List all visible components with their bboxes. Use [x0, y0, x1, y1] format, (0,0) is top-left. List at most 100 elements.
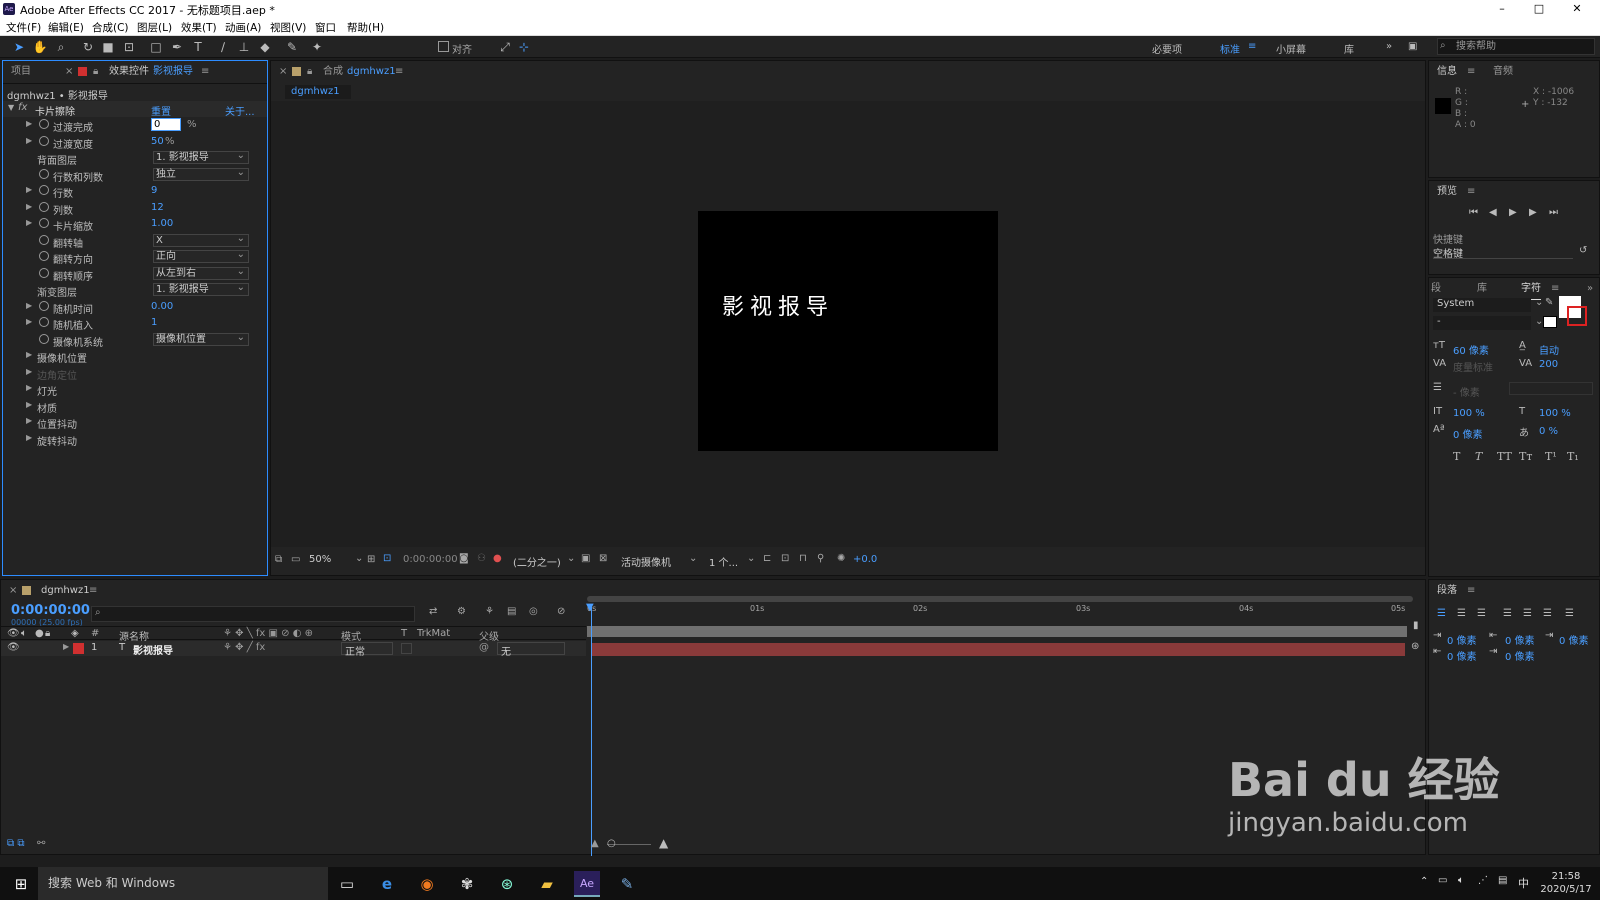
- shortcut-dropdown[interactable]: 空格键: [1433, 245, 1573, 260]
- twirl-right-icon[interactable]: ▶: [26, 367, 32, 376]
- close-tab-icon[interactable]: ×: [279, 61, 287, 83]
- camera-chevron-icon[interactable]: ⌄: [689, 553, 697, 564]
- workspace-libraries[interactable]: 库: [1344, 41, 1354, 56]
- comp-subtab[interactable]: dgmhwz1: [285, 85, 351, 99]
- frame-blending-icon[interactable]: ▤: [507, 606, 516, 617]
- preserve-transparency-checkbox[interactable]: [401, 643, 412, 654]
- menu-window[interactable]: 窗口: [315, 20, 336, 35]
- tencent-app-icon[interactable]: ✾: [454, 871, 480, 897]
- effect-property-row[interactable]: ▶ 灯光: [3, 381, 265, 398]
- maximize-button[interactable]: □: [1522, 0, 1556, 18]
- zoom-out-icon[interactable]: ▲: [591, 838, 599, 849]
- workspace-small-screen[interactable]: 小屏幕: [1276, 41, 1306, 56]
- snap-options-icon[interactable]: ⤢: [496, 38, 514, 56]
- solo-switch-icon[interactable]: ●: [35, 628, 44, 639]
- eyedropper-icon[interactable]: ✎: [1545, 297, 1553, 308]
- font-family-dropdown[interactable]: System: [1433, 298, 1531, 312]
- about-link[interactable]: 关于...: [225, 103, 255, 118]
- tab-effect-controls[interactable]: 效果控件: [109, 61, 149, 83]
- zoom-slider-thumb-icon[interactable]: ○: [607, 838, 616, 849]
- effect-property-row[interactable]: ▶ 随机植入 1: [3, 315, 265, 332]
- network-icon[interactable]: ⋰: [1478, 875, 1488, 886]
- align-right-icon[interactable]: ☰: [1477, 608, 1486, 619]
- search-help-input[interactable]: 搜索帮助: [1437, 38, 1595, 55]
- menu-help[interactable]: 帮助(H): [347, 20, 384, 35]
- layer-twirl-icon[interactable]: ▶: [63, 642, 69, 651]
- work-area-bar[interactable]: [587, 596, 1413, 602]
- mask-visibility-icon[interactable]: ⊡: [383, 553, 391, 564]
- region-of-interest-icon[interactable]: ▣: [581, 553, 590, 564]
- menu-layer[interactable]: 图层(L): [137, 20, 172, 35]
- stopwatch-icon[interactable]: [39, 251, 49, 261]
- property-dropdown[interactable]: 摄像机位置: [153, 332, 249, 346]
- effect-property-row[interactable]: ▶ 随机时间 0.00: [3, 299, 265, 316]
- comp-marker-icon[interactable]: ▮: [1413, 620, 1419, 631]
- ime-indicator[interactable]: 中: [1518, 875, 1529, 891]
- tab-project[interactable]: 项目: [11, 61, 31, 83]
- show-snapshot-icon[interactable]: ⚇: [477, 553, 486, 564]
- layer-switches[interactable]: ⚘ ✥ ╱ fx: [223, 642, 265, 653]
- effect-property-row[interactable]: ▶ 过渡完成 0%: [3, 117, 265, 134]
- panel-menu-icon[interactable]: ≡: [89, 580, 97, 602]
- task-view-icon[interactable]: ▭: [334, 871, 360, 897]
- more-workspaces-icon[interactable]: »: [1386, 41, 1392, 52]
- pan-behind-tool-icon[interactable]: ⊡: [120, 38, 138, 56]
- comp-mini-flowchart-icon[interactable]: ⇄: [429, 606, 437, 617]
- twirl-right-icon[interactable]: ▶: [26, 218, 32, 227]
- taskbar-search[interactable]: 搜索 Web 和 Windows: [38, 867, 328, 900]
- property-dropdown[interactable]: 正向: [153, 249, 249, 263]
- lock-icon[interactable]: 🔒︎: [93, 66, 98, 77]
- font-style-dropdown[interactable]: -: [1433, 316, 1531, 330]
- property-dropdown[interactable]: 1. 影视报导: [153, 150, 249, 164]
- edge-icon[interactable]: e: [374, 871, 400, 897]
- stroke-color-swatch[interactable]: [1567, 306, 1587, 326]
- motion-blur-icon[interactable]: ◎: [529, 606, 538, 617]
- tray-chevron-icon[interactable]: ⌃: [1420, 876, 1428, 887]
- layer-visibility-icon[interactable]: 👁︎: [7, 642, 20, 653]
- effect-property-row[interactable]: 翻转轴 X: [3, 233, 265, 250]
- toggle-switches-icon[interactable]: ⧉ ⧉: [7, 838, 24, 849]
- rectangle-tool-icon[interactable]: □: [147, 38, 165, 56]
- property-dropdown[interactable]: 从左到右: [153, 266, 249, 280]
- menu-animation[interactable]: 动画(A): [225, 20, 261, 35]
- font-size-value[interactable]: 60 像素: [1453, 342, 1489, 357]
- kerning-value[interactable]: 度量标准: [1453, 359, 1493, 374]
- prev-frame-icon[interactable]: ◀: [1489, 207, 1497, 218]
- menu-effect[interactable]: 效果(T): [181, 20, 217, 35]
- superscript-button[interactable]: T¹: [1545, 450, 1557, 463]
- tsume-value[interactable]: 0 %: [1539, 426, 1558, 437]
- viewer-timecode[interactable]: 0:00:00:00: [403, 554, 458, 565]
- space-before-value[interactable]: 0 像素: [1505, 632, 1535, 647]
- roto-brush-tool-icon[interactable]: ✎: [283, 38, 301, 56]
- camera-dropdown[interactable]: 活动摄像机: [621, 554, 671, 569]
- toggle-modes-icon[interactable]: ⚯: [37, 838, 45, 849]
- rotate-tool-icon[interactable]: ↻: [79, 38, 97, 56]
- stopwatch-icon[interactable]: [39, 201, 49, 212]
- clock[interactable]: 21:58 2020/5/17: [1538, 870, 1594, 896]
- snapshot-icon[interactable]: ◙: [459, 553, 469, 564]
- align-center-icon[interactable]: ☰: [1457, 608, 1466, 619]
- shy-layers-icon[interactable]: ⚘: [485, 606, 494, 617]
- first-frame-icon[interactable]: ⏮: [1469, 207, 1478, 218]
- panel-menu-icon[interactable]: ≡: [1467, 580, 1475, 602]
- paint-icon[interactable]: ✎: [614, 871, 640, 897]
- panel-menu-icon[interactable]: ≡: [201, 61, 209, 83]
- tab-libraries[interactable]: 库: [1477, 278, 1487, 300]
- indent-right-value[interactable]: 0 像素: [1447, 648, 1477, 663]
- stroke-type-dropdown[interactable]: [1509, 382, 1593, 395]
- last-frame-icon[interactable]: ⏭: [1549, 207, 1558, 218]
- timeline-icon[interactable]: ⊓: [799, 553, 807, 564]
- stopwatch-icon[interactable]: [39, 168, 49, 179]
- zoom-chevron-icon[interactable]: ⌄: [355, 553, 363, 564]
- fast-previews-icon[interactable]: ⊡: [781, 553, 789, 564]
- panel-menu-icon[interactable]: ≡: [395, 61, 403, 83]
- twirl-right-icon[interactable]: ▶: [26, 185, 32, 194]
- resolution-chevron-icon[interactable]: ⌄: [567, 553, 575, 564]
- all-caps-button[interactable]: TT: [1497, 450, 1512, 463]
- tab-timeline-comp[interactable]: dgmhwz1: [41, 580, 90, 602]
- comp-canvas[interactable]: 影视报导: [698, 211, 998, 451]
- panel-menu-icon[interactable]: ≡: [1467, 181, 1475, 203]
- font-chevron-icon[interactable]: ⌄: [1535, 297, 1543, 308]
- stroke-width-value[interactable]: - 像素: [1453, 384, 1480, 399]
- always-preview-icon[interactable]: ⧉: [275, 554, 282, 565]
